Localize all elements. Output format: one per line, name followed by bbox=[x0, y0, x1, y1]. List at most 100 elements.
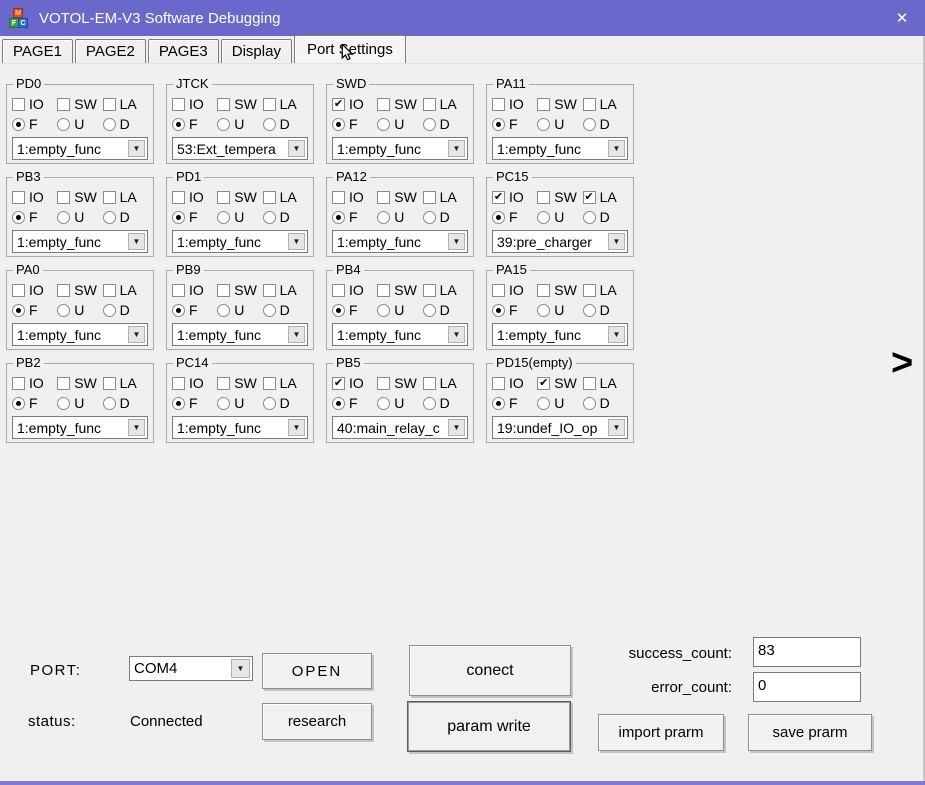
pa15-sw-checkbox[interactable] bbox=[537, 284, 550, 297]
pb3-radio-u[interactable] bbox=[57, 211, 70, 224]
pc14-la-checkbox[interactable] bbox=[263, 377, 276, 390]
error-count-field[interactable]: 0 bbox=[753, 672, 861, 702]
pa11-io-checkbox[interactable] bbox=[492, 98, 505, 111]
pb9-radio-d[interactable] bbox=[263, 304, 276, 317]
pb5-radio-f[interactable] bbox=[332, 397, 345, 410]
pa12-radio-f[interactable] bbox=[332, 211, 345, 224]
pa15-radio-d[interactable] bbox=[583, 304, 596, 317]
pa0-la-checkbox[interactable] bbox=[103, 284, 116, 297]
pd15(empty)-radio-u[interactable] bbox=[537, 397, 550, 410]
pa0-radio-u[interactable] bbox=[57, 304, 70, 317]
pa15-io-checkbox[interactable] bbox=[492, 284, 505, 297]
pb9-la-checkbox[interactable] bbox=[263, 284, 276, 297]
pb2-la-checkbox[interactable] bbox=[103, 377, 116, 390]
dropdown-arrow-icon[interactable]: ▼ bbox=[448, 326, 465, 343]
pb5-la-checkbox[interactable] bbox=[423, 377, 436, 390]
pd1-la-checkbox[interactable] bbox=[263, 191, 276, 204]
pb2-radio-u[interactable] bbox=[57, 397, 70, 410]
pb4-sw-checkbox[interactable] bbox=[377, 284, 390, 297]
tab-display[interactable]: Display bbox=[221, 39, 292, 63]
pd0-sw-checkbox[interactable] bbox=[57, 98, 70, 111]
jtck-la-checkbox[interactable] bbox=[263, 98, 276, 111]
dropdown-arrow-icon[interactable]: ▼ bbox=[448, 140, 465, 157]
pa15-radio-f[interactable] bbox=[492, 304, 505, 317]
pb3-radio-f[interactable] bbox=[12, 211, 25, 224]
pd0-radio-f[interactable] bbox=[12, 118, 25, 131]
save-param-button[interactable]: save prarm bbox=[748, 714, 872, 751]
pc15-io-checkbox[interactable]: ✔ bbox=[492, 191, 505, 204]
function-select[interactable]: 1:empty_func ▼ bbox=[332, 230, 468, 253]
pa0-io-checkbox[interactable] bbox=[12, 284, 25, 297]
pc15-radio-u[interactable] bbox=[537, 211, 550, 224]
dropdown-arrow-icon[interactable]: ▼ bbox=[288, 140, 305, 157]
tab-page3[interactable]: PAGE3 bbox=[148, 39, 219, 63]
function-select[interactable]: 53:Ext_tempera ▼ bbox=[172, 137, 308, 160]
pc14-radio-f[interactable] bbox=[172, 397, 185, 410]
pd1-io-checkbox[interactable] bbox=[172, 191, 185, 204]
tab-page2[interactable]: PAGE2 bbox=[75, 39, 146, 63]
function-select[interactable]: 1:empty_func ▼ bbox=[332, 323, 468, 346]
open-button[interactable]: OPEN bbox=[262, 653, 372, 689]
dropdown-arrow-icon[interactable]: ▼ bbox=[128, 140, 145, 157]
pd15(empty)-sw-checkbox[interactable]: ✔ bbox=[537, 377, 550, 390]
pb4-radio-d[interactable] bbox=[423, 304, 436, 317]
pb9-radio-f[interactable] bbox=[172, 304, 185, 317]
jtck-radio-d[interactable] bbox=[263, 118, 276, 131]
dropdown-arrow-icon[interactable]: ▼ bbox=[128, 419, 145, 436]
dropdown-arrow-icon[interactable]: ▼ bbox=[128, 233, 145, 250]
jtck-sw-checkbox[interactable] bbox=[217, 98, 230, 111]
port-select[interactable]: COM4 ▼ bbox=[129, 656, 253, 681]
function-select[interactable]: 1:empty_func ▼ bbox=[172, 323, 308, 346]
pb9-radio-u[interactable] bbox=[217, 304, 230, 317]
function-select[interactable]: 1:empty_func ▼ bbox=[12, 323, 148, 346]
success-count-field[interactable]: 83 bbox=[753, 637, 861, 667]
dropdown-arrow-icon[interactable]: ▼ bbox=[608, 233, 625, 250]
dropdown-arrow-icon[interactable]: ▼ bbox=[288, 419, 305, 436]
pd15(empty)-io-checkbox[interactable] bbox=[492, 377, 505, 390]
next-page-arrow[interactable]: > bbox=[891, 344, 913, 382]
pb3-io-checkbox[interactable] bbox=[12, 191, 25, 204]
dropdown-arrow-icon[interactable]: ▼ bbox=[608, 140, 625, 157]
pa12-io-checkbox[interactable] bbox=[332, 191, 345, 204]
pa15-la-checkbox[interactable] bbox=[583, 284, 596, 297]
pb4-radio-u[interactable] bbox=[377, 304, 390, 317]
swd-radio-f[interactable] bbox=[332, 118, 345, 131]
pa11-sw-checkbox[interactable] bbox=[537, 98, 550, 111]
pb3-radio-d[interactable] bbox=[103, 211, 116, 224]
pd0-la-checkbox[interactable] bbox=[103, 98, 116, 111]
pa15-radio-u[interactable] bbox=[537, 304, 550, 317]
pb3-la-checkbox[interactable] bbox=[103, 191, 116, 204]
function-select[interactable]: 1:empty_func ▼ bbox=[172, 230, 308, 253]
pa0-sw-checkbox[interactable] bbox=[57, 284, 70, 297]
pa12-radio-d[interactable] bbox=[423, 211, 436, 224]
function-select[interactable]: 1:empty_func ▼ bbox=[332, 137, 468, 160]
jtck-io-checkbox[interactable] bbox=[172, 98, 185, 111]
pa11-la-checkbox[interactable] bbox=[583, 98, 596, 111]
pd15(empty)-radio-d[interactable] bbox=[583, 397, 596, 410]
pd1-radio-f[interactable] bbox=[172, 211, 185, 224]
pc15-radio-f[interactable] bbox=[492, 211, 505, 224]
pb3-sw-checkbox[interactable] bbox=[57, 191, 70, 204]
function-select[interactable]: 1:empty_func ▼ bbox=[492, 137, 628, 160]
dropdown-arrow-icon[interactable]: ▼ bbox=[448, 419, 465, 436]
jtck-radio-f[interactable] bbox=[172, 118, 185, 131]
swd-io-checkbox[interactable]: ✔ bbox=[332, 98, 345, 111]
jtck-radio-u[interactable] bbox=[217, 118, 230, 131]
pc15-sw-checkbox[interactable] bbox=[537, 191, 550, 204]
pd15(empty)-radio-f[interactable] bbox=[492, 397, 505, 410]
pb2-radio-d[interactable] bbox=[103, 397, 116, 410]
pb5-sw-checkbox[interactable] bbox=[377, 377, 390, 390]
pa0-radio-f[interactable] bbox=[12, 304, 25, 317]
function-select[interactable]: 1:empty_func ▼ bbox=[492, 323, 628, 346]
function-select[interactable]: 1:empty_func ▼ bbox=[12, 416, 148, 439]
pb4-la-checkbox[interactable] bbox=[423, 284, 436, 297]
pc14-radio-u[interactable] bbox=[217, 397, 230, 410]
swd-radio-d[interactable] bbox=[423, 118, 436, 131]
pb9-sw-checkbox[interactable] bbox=[217, 284, 230, 297]
pa0-radio-d[interactable] bbox=[103, 304, 116, 317]
research-button[interactable]: research bbox=[262, 703, 372, 740]
dropdown-arrow-icon[interactable]: ▼ bbox=[231, 659, 250, 678]
pb4-io-checkbox[interactable] bbox=[332, 284, 345, 297]
pd0-radio-d[interactable] bbox=[103, 118, 116, 131]
pb5-io-checkbox[interactable]: ✔ bbox=[332, 377, 345, 390]
